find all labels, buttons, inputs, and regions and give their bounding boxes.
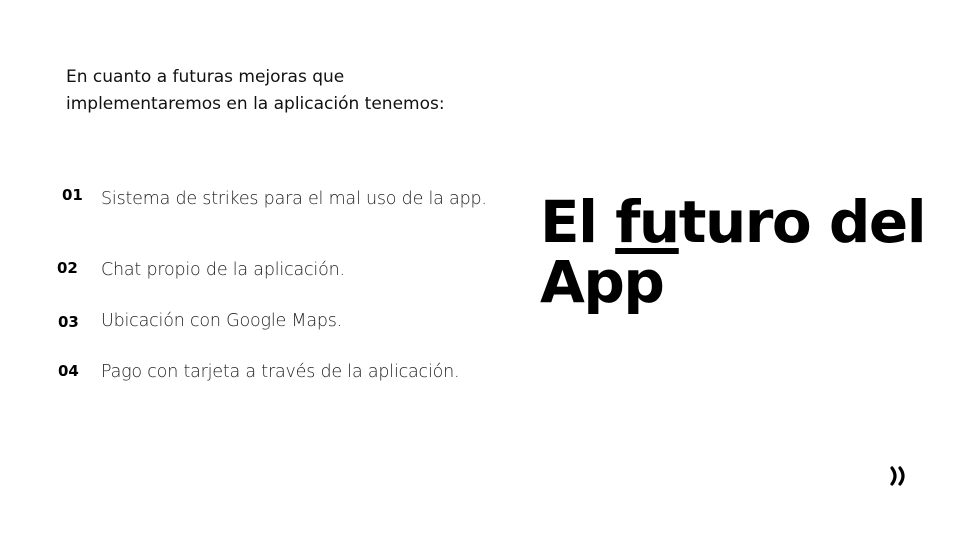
item-number: 04 (58, 362, 79, 380)
item-number: 01 (62, 186, 83, 204)
title-line-1: El futuro del (540, 192, 940, 252)
item-text: Sistema de strikes para el mal uso de la… (101, 189, 487, 209)
intro-line-2: implementaremos en la aplicación tenemos… (66, 94, 445, 114)
title-line-2: App (540, 248, 665, 316)
title-part-1: El (540, 188, 616, 256)
page-title: El futuro del App (540, 192, 940, 312)
item-text: Ubicación con Google Maps. (101, 311, 343, 331)
double-chevron-right-icon[interactable] (888, 464, 910, 488)
intro-text: En cuanto a futuras mejoras que implemen… (66, 64, 506, 118)
item-text: Chat propio de la aplicación. (101, 260, 345, 280)
title-part-2: turo del (678, 188, 927, 256)
item-number: 02 (57, 259, 78, 277)
item-text: Pago con tarjeta a través de la aplicaci… (101, 362, 460, 382)
item-number: 03 (58, 313, 79, 331)
title-underlined: fu (615, 188, 680, 256)
intro-line-1: En cuanto a futuras mejoras que (66, 67, 345, 87)
